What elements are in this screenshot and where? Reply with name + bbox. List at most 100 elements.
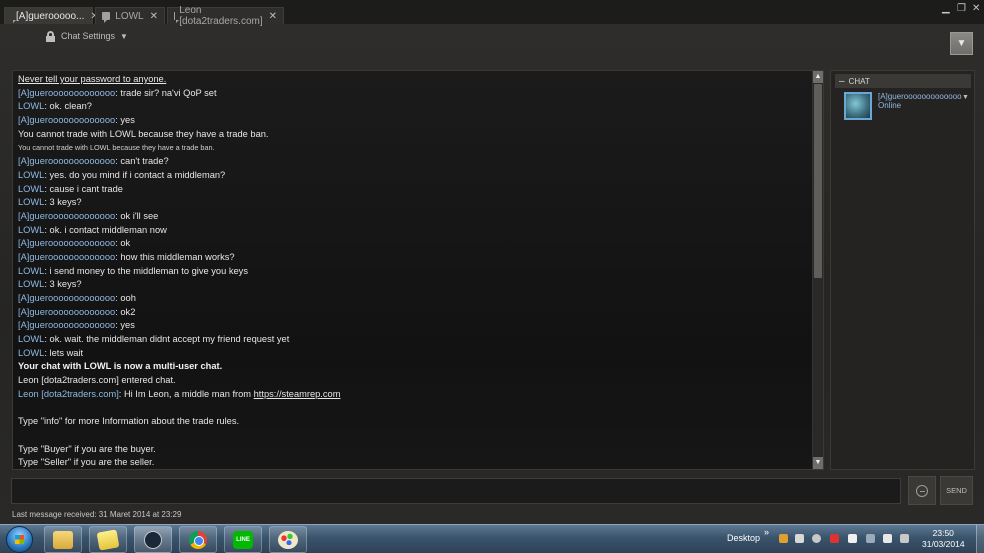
close-icon[interactable]: ✕ [144, 11, 158, 22]
sender-name[interactable]: [A]guerooooooooooooo [18, 156, 115, 166]
sender-name[interactable]: [A]guerooooooooooooo [18, 293, 115, 303]
member-entry[interactable]: [A]guerooooooooooooo Online ▼ [844, 92, 969, 120]
member-panel-heading: CHAT [848, 76, 870, 86]
sender-name[interactable]: [A]guerooooooooooooo [18, 88, 115, 98]
lock-icon [46, 31, 55, 42]
tray-power-icon[interactable] [900, 534, 909, 543]
tray-app-icon[interactable] [779, 534, 788, 543]
scroll-down-arrow-icon[interactable]: ▼ [813, 457, 823, 469]
tab-label: [A]guerooooo... [16, 10, 85, 22]
collapse-icon: – [839, 75, 845, 87]
chat-scrollbar[interactable]: ▲ ▼ [812, 71, 823, 469]
message-text: : trade sir? na'vi QoP set [115, 87, 217, 98]
message-text: : can't trade? [115, 156, 169, 167]
tray-network-icon[interactable] [795, 534, 804, 543]
system-message: Leon [dota2traders.com] entered chat. [18, 375, 176, 386]
start-button[interactable] [6, 526, 33, 553]
chat-lines: Never tell your password to anyone. [A]gu… [18, 73, 809, 469]
tray-security-icon[interactable] [830, 534, 839, 543]
chat-log[interactable]: Never tell your password to anyone. [A]gu… [12, 70, 824, 470]
tab-label: Leon [dota2traders.com] [179, 5, 263, 27]
member-name: [A]guerooooooooooooo [878, 92, 962, 101]
chat-line: LOWL: lets wait [18, 347, 809, 361]
taskbar-sticky-notes-button[interactable] [89, 526, 127, 553]
sender-name[interactable]: LOWL [18, 279, 44, 289]
system-message: Never tell your password to anyone. [18, 74, 167, 84]
chat-line: [A]guerooooooooooooo: ok2 [18, 306, 809, 320]
sender-name[interactable]: LOWL [18, 170, 44, 180]
taskbar-chrome-button[interactable] [179, 526, 217, 553]
message-text: : ok. clean? [44, 101, 92, 112]
folder-icon [53, 530, 73, 549]
sender-name[interactable]: LOWL [18, 101, 44, 111]
sender-name[interactable]: LOWL [18, 184, 44, 194]
chat-line: You cannot trade with LOWL because they … [18, 141, 809, 155]
tab-chat-aguero[interactable]: [A]guerooooo... ✕ [4, 7, 99, 24]
scroll-up-arrow-icon[interactable]: ▲ [813, 71, 823, 83]
chat-line: Your chat with LOWL is now a multi-user … [18, 360, 809, 374]
system-message: You cannot trade with LOWL because they … [18, 143, 215, 153]
message-input[interactable] [11, 478, 901, 504]
chat-line: Leon [dota2traders.com] entered chat. [18, 374, 809, 388]
close-window-button[interactable]: ✕ [972, 3, 980, 14]
dropdown-toggle-button[interactable]: ▼ [950, 32, 973, 55]
sender-name[interactable]: [A]guerooooooooooooo [18, 211, 115, 221]
scroll-thumb[interactable] [814, 84, 822, 278]
tab-chat-lowl[interactable]: LOWL ✕ [95, 7, 165, 24]
message-text: Type "Buyer" if you are the buyer. [18, 443, 156, 454]
sender-name[interactable]: [A]guerooooooooooooo [18, 307, 115, 317]
message-link[interactable]: https://steamrep.com [254, 389, 341, 399]
message-text: : ok2 [115, 306, 136, 317]
sender-name[interactable]: Leon [dota2traders.com] [18, 389, 119, 399]
paint-icon [278, 530, 298, 549]
chat-line: Type "info" for more Information about t… [18, 415, 809, 429]
sender-name[interactable]: LOWL [18, 225, 44, 235]
sender-name[interactable]: LOWL [18, 266, 44, 276]
chevron-down-icon[interactable]: ▼ [962, 94, 969, 101]
line-app-icon: LINE [233, 530, 253, 549]
sender-name[interactable]: [A]guerooooooooooooo [18, 320, 115, 330]
message-text: : yes [115, 115, 135, 126]
desktop-toolbar-label[interactable]: Desktop [727, 533, 760, 543]
clock-date: 31/03/2014 [922, 539, 965, 549]
system-message: You cannot trade with LOWL because they … [18, 128, 269, 139]
chat-line: LOWL: ok. i contact middleman now [18, 224, 809, 238]
minimize-button[interactable]: ▁ [942, 3, 950, 14]
tray-notification-icon[interactable] [848, 534, 857, 543]
sender-name[interactable]: LOWL [18, 348, 44, 358]
chat-line: LOWL: cause i cant trade [18, 183, 809, 197]
tray-steam-icon[interactable] [812, 534, 821, 543]
emoticon-button[interactable] [908, 476, 936, 505]
chat-line: LOWL: ok. wait. the middleman didnt acce… [18, 333, 809, 347]
chat-bubble-icon [102, 12, 111, 23]
member-panel-header[interactable]: – CHAT [835, 74, 971, 88]
chat-line: Type "Buyer" if you are the buyer. [18, 443, 809, 457]
taskbar-explorer-button[interactable] [44, 526, 82, 553]
sender-name[interactable]: LOWL [18, 334, 44, 344]
tab-chat-leon[interactable]: Leon [dota2traders.com] ✕ [167, 5, 284, 27]
tray-volume-icon[interactable] [883, 534, 892, 543]
taskbar-line-button[interactable]: LINE [224, 526, 262, 553]
send-button[interactable]: SEND [940, 476, 973, 505]
taskbar-steam-button[interactable] [134, 526, 172, 553]
chat-line: Type "Seller" if you are the seller. [18, 456, 809, 469]
tray-display-icon[interactable] [866, 534, 875, 543]
system-clock[interactable]: 23:50 31/03/2014 [922, 528, 965, 550]
message-text: : ooh [115, 293, 136, 303]
sender-name[interactable]: LOWL [18, 197, 44, 207]
message-text: : 3 keys? [44, 197, 82, 208]
chat-line: [A]guerooooooooooooo: yes [18, 319, 809, 333]
sender-name[interactable]: [A]guerooooooooooooo [18, 238, 115, 248]
toolbar-chevron-icon[interactable]: » [764, 527, 769, 537]
last-message-status: Last message received: 31 Maret 2014 at … [12, 510, 182, 519]
taskbar-paint-button[interactable] [269, 526, 307, 553]
message-text: : ok [115, 238, 131, 249]
chevron-down-icon: ▼ [956, 38, 967, 49]
message-text: : Hi Im Leon, a middle man from [118, 388, 254, 399]
restore-button[interactable]: ❐ [957, 3, 966, 14]
sender-name[interactable]: [A]guerooooooooooooo [18, 252, 115, 262]
show-desktop-button[interactable] [976, 525, 984, 553]
chat-settings-menu[interactable]: Chat Settings ▼ [46, 31, 128, 42]
sender-name[interactable]: [A]guerooooooooooooo [18, 115, 115, 125]
close-icon[interactable]: ✕ [263, 11, 277, 22]
